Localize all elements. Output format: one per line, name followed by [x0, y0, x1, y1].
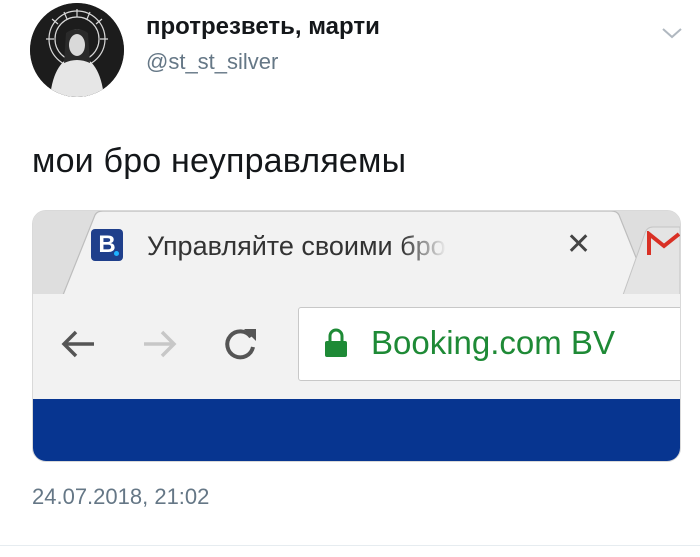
favicon-dot	[114, 251, 119, 256]
tweet-text: мои бро неуправляемы	[32, 142, 407, 180]
tweet-media-image[interactable]: B Управляйте своими бро ✕ Booking.com BV	[32, 210, 681, 462]
site-identity-text[interactable]: Booking.com BV	[371, 324, 615, 362]
favicon-letter: B	[98, 231, 116, 258]
tab-title[interactable]: Управляйте своими бро	[147, 231, 447, 262]
forward-arrow-icon[interactable]	[140, 329, 180, 364]
chevron-down-icon[interactable]	[660, 25, 684, 41]
booking-favicon-icon: B	[91, 229, 123, 261]
back-arrow-icon[interactable]	[58, 329, 98, 364]
author-handle[interactable]: @st_st_silver	[146, 49, 278, 75]
browser-toolbar: Booking.com BV	[33, 295, 680, 399]
lock-icon	[323, 328, 349, 363]
browser-tab-strip: B Управляйте своими бро ✕	[33, 211, 680, 295]
close-icon[interactable]: ✕	[566, 227, 591, 262]
address-bar[interactable]: Booking.com BV	[298, 307, 680, 381]
reload-icon[interactable]	[220, 325, 260, 368]
tweet-timestamp[interactable]: 24.07.2018, 21:02	[32, 484, 209, 510]
divider	[0, 545, 700, 546]
author-display-name[interactable]: протрезветь, марти	[146, 13, 380, 41]
tweet-header: протрезветь, марти @st_st_silver	[30, 3, 690, 98]
booking-page-header	[33, 399, 680, 461]
avatar[interactable]	[30, 3, 124, 97]
